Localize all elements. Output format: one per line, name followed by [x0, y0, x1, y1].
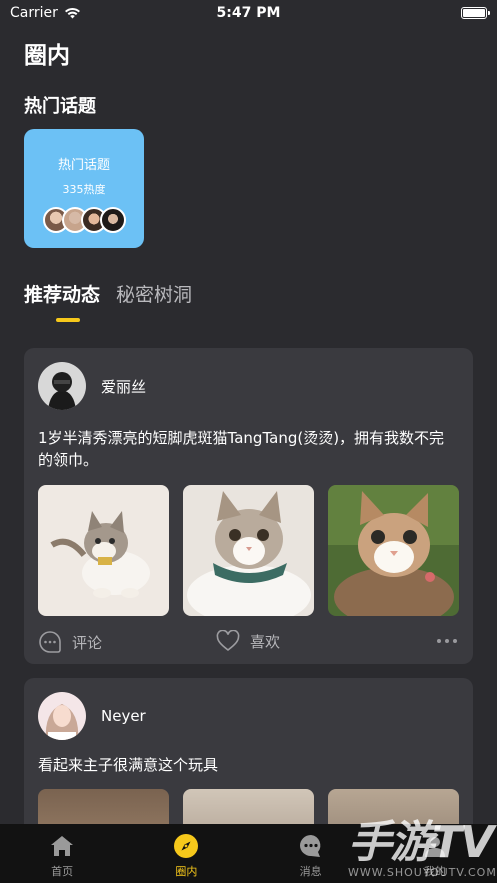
- like-label: 喜欢: [250, 632, 281, 651]
- page-title: 圈内: [24, 43, 70, 69]
- tab-home-label: 首页: [51, 865, 74, 878]
- dot: [437, 639, 441, 643]
- avatar[interactable]: [38, 692, 86, 740]
- post-username[interactable]: Neyer: [101, 707, 146, 725]
- carrier-label: Carrier: [10, 5, 58, 21]
- profile-icon: [422, 833, 448, 859]
- post-actions: 评论 喜欢: [24, 616, 473, 668]
- photo-grid: [24, 485, 473, 616]
- topic-card-heat: 335热度: [62, 183, 106, 196]
- avatar[interactable]: [38, 362, 86, 410]
- battery-fill: [463, 9, 485, 17]
- active-tab-indicator: [56, 318, 80, 322]
- wifi-icon: [64, 7, 80, 19]
- post-text: 1岁半清秀漂亮的短脚虎斑猫TangTang(烫烫)，拥有我数不完的领巾。: [38, 429, 445, 469]
- tab-secret-treehole[interactable]: 秘密树洞: [116, 280, 192, 307]
- tab-home[interactable]: 首页: [0, 824, 124, 883]
- post-card[interactable]: 爱丽丝 1岁半清秀漂亮的短脚虎斑猫TangTang(烫烫)，拥有我数不完的领巾。: [24, 348, 473, 664]
- hot-topics-heading: 热门话题: [24, 96, 96, 117]
- post-photo[interactable]: [183, 485, 314, 616]
- tab-messages-label: 消息: [299, 865, 322, 878]
- post-text: 看起来主子很满意这个玩具: [38, 756, 219, 774]
- tab-circle[interactable]: 圈内: [124, 824, 248, 883]
- heart-icon: [216, 630, 240, 652]
- hot-topic-card[interactable]: 热门话题 335热度: [24, 129, 144, 248]
- compass-icon: [173, 833, 199, 859]
- home-icon: [49, 833, 75, 859]
- post-username[interactable]: 爱丽丝: [101, 376, 146, 397]
- comment-label: 评论: [72, 633, 103, 652]
- tab-profile[interactable]: 我的: [373, 824, 497, 883]
- chat-bubble-icon: [298, 833, 324, 859]
- participant-avatars: [42, 207, 126, 233]
- status-left: Carrier: [10, 5, 81, 21]
- tab-circle-label: 圈内: [175, 865, 198, 878]
- tab-profile-label: 我的: [423, 865, 446, 878]
- more-options-icon[interactable]: [437, 639, 457, 643]
- battery-icon: [461, 7, 490, 19]
- post-header: Neyer: [24, 678, 473, 740]
- comment-button[interactable]: 评论: [38, 630, 102, 654]
- dot: [445, 639, 449, 643]
- tab-messages[interactable]: 消息: [249, 824, 373, 883]
- post-header: 爱丽丝: [24, 348, 473, 410]
- post-card[interactable]: Neyer 看起来主子很满意这个玩具: [24, 678, 473, 883]
- post-photo[interactable]: [328, 485, 459, 616]
- bottom-tab-bar: 首页 圈内 消息 我的: [0, 824, 497, 883]
- status-bar: Carrier 5:47 PM: [0, 0, 497, 26]
- feed-tabs: 推荐动态 秘密树洞: [24, 280, 192, 307]
- avatar: [99, 207, 126, 233]
- like-button[interactable]: 喜欢: [216, 630, 280, 652]
- comment-icon: [39, 631, 61, 653]
- post-photo[interactable]: [38, 485, 169, 616]
- tab-recommended[interactable]: 推荐动态: [24, 280, 100, 307]
- topic-card-title: 热门话题: [57, 158, 110, 173]
- dot: [453, 639, 457, 643]
